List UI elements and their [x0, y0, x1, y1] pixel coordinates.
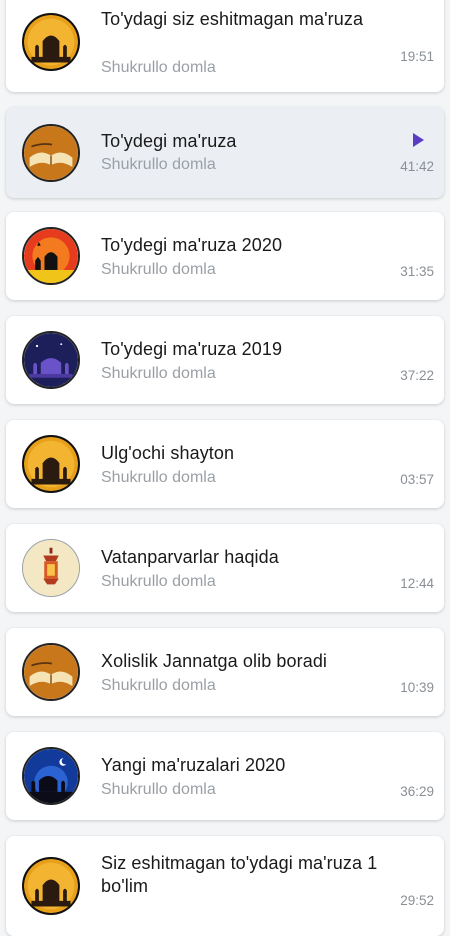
item-author: Shukrullo domla	[101, 781, 216, 798]
item-duration: 36:29	[400, 784, 434, 799]
item-duration: 03:57	[400, 472, 434, 487]
list-item[interactable]: To'ydegi ma'ruza 2020 Shukrullo domla 31…	[6, 212, 444, 300]
item-duration: 37:22	[400, 368, 434, 383]
list-item[interactable]: Yangi ma'ruzalari 2020 Shukrullo domla 3…	[6, 732, 444, 820]
item-duration: 12:44	[400, 576, 434, 591]
item-author: Shukrullo domla	[101, 677, 216, 694]
item-title: To'ydegi ma'ruza 2019	[101, 339, 283, 359]
item-duration: 31:35	[400, 264, 434, 279]
list-item[interactable]: Siz eshitmagan to'ydagi ma'ruza 1 bo'lim…	[6, 836, 444, 936]
mosque-blue-night-icon	[22, 747, 80, 805]
mosque-night-icon	[22, 435, 80, 493]
item-title: Vatanparvarlar haqida	[101, 547, 279, 567]
play-icon[interactable]	[413, 133, 424, 147]
item-duration: 19:51	[400, 49, 434, 64]
item-title: Siz eshitmagan to'ydagi ma'ruza 1 bo'lim	[101, 853, 378, 896]
item-title: To'ydegi ma'ruza	[101, 131, 237, 151]
item-author: Shukrullo domla	[101, 469, 216, 486]
item-duration: 10:39	[400, 680, 434, 695]
mosque-sunset-icon	[22, 227, 80, 285]
item-author: Shukrullo domla	[101, 59, 216, 76]
item-title: Ulg'ochi shayton	[101, 443, 235, 463]
item-author: Shukrullo domla	[101, 261, 216, 278]
item-title: To'ydagi siz eshitmagan ma'ruza	[101, 9, 364, 29]
mosque-night-icon	[22, 857, 80, 915]
list-item[interactable]: To'ydegi ma'ruza Shukrullo domla 41:42	[6, 107, 444, 198]
lantern-icon	[22, 539, 80, 597]
item-duration: 41:42	[400, 159, 434, 174]
list-item[interactable]: To'ydegi ma'ruza 2019 Shukrullo domla 37…	[6, 316, 444, 404]
list-item[interactable]: Vatanparvarlar haqida Shukrullo domla 12…	[6, 524, 444, 612]
item-title: Xolislik Jannatga olib boradi	[101, 651, 328, 671]
item-author: Shukrullo domla	[101, 365, 216, 382]
item-title: Yangi ma'ruzalari 2020	[101, 755, 286, 775]
list-item[interactable]: To'ydagi siz eshitmagan ma'ruza Shukrull…	[6, 0, 444, 92]
list-item[interactable]: Xolislik Jannatga olib boradi Shukrullo …	[6, 628, 444, 716]
quran-book-icon	[22, 643, 80, 701]
item-author: Shukrullo domla	[101, 156, 216, 173]
item-author: Shukrullo domla	[101, 573, 216, 590]
mosque-night-icon	[22, 13, 80, 71]
quran-book-icon	[22, 123, 80, 182]
item-duration: 29:52	[400, 893, 434, 908]
item-title: To'ydegi ma'ruza 2020	[101, 235, 283, 255]
list-item[interactable]: Ulg'ochi shayton Shukrullo domla 03:57	[6, 420, 444, 508]
mosque-purple-night-icon	[22, 331, 80, 389]
